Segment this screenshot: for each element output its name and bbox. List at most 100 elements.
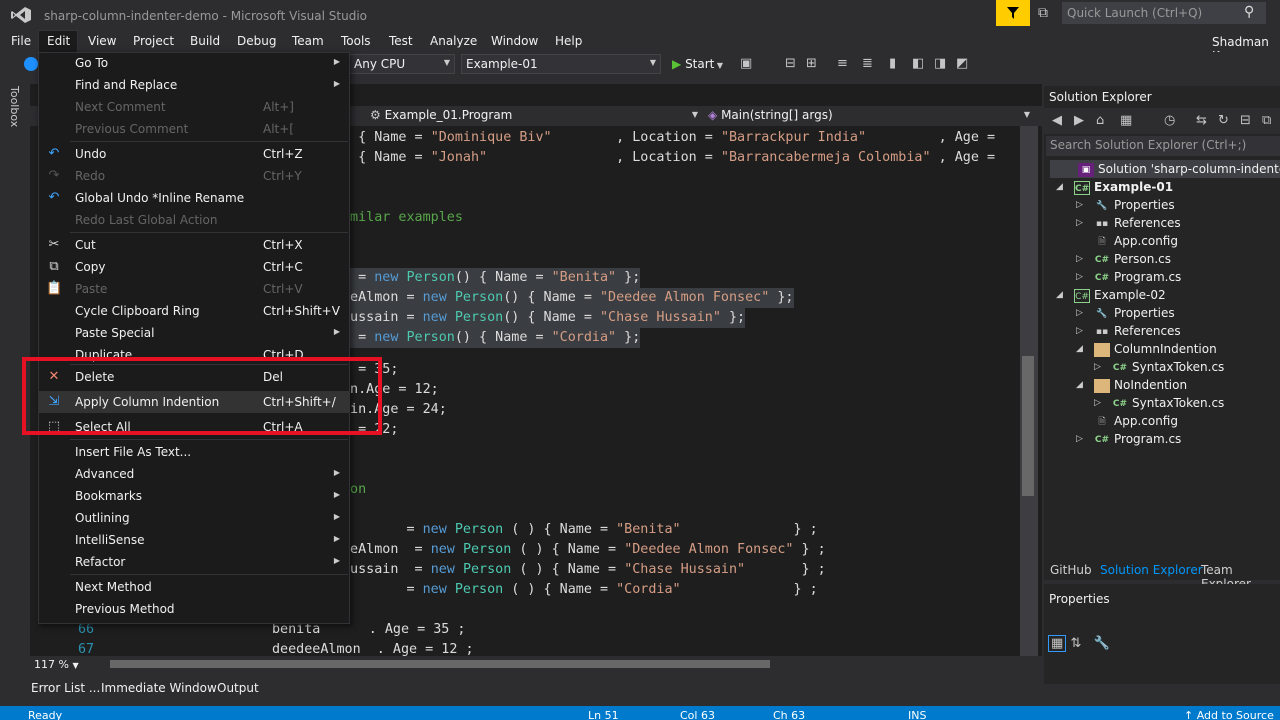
tab-solution-explorer[interactable]: Solution Explorer (1100, 563, 1203, 577)
code-line[interactable]: a = new Person ( ) { Name = "Cordia" } ; (342, 580, 818, 600)
code-line[interactable]: a = new Person() { Name = "Cordia" }; (342, 328, 641, 348)
menu-item-intellisense[interactable]: IntelliSense ▶ (38, 529, 350, 551)
tree-item[interactable]: C# Example-02 (1074, 286, 1166, 304)
notifications-icon[interactable]: ⧉ (1038, 5, 1048, 21)
toolbox-tab[interactable]: Toolbox (8, 86, 21, 127)
code-line[interactable]: eeAlmon = new Person() { Name = "Deedee … (342, 288, 794, 308)
startup-project-combo[interactable]: Example-01 ▼ (461, 54, 661, 74)
property-pages-icon[interactable]: 🔧 (1093, 636, 1109, 651)
menu-item-bookmarks[interactable]: Bookmarks ▶ (38, 485, 350, 507)
tree-item[interactable]: ▪▪ References (1094, 322, 1181, 340)
expand-closed-icon[interactable]: ▷ (1076, 254, 1083, 264)
expand-closed-icon[interactable]: ▷ (1076, 326, 1083, 336)
expand-closed-icon[interactable]: ▷ (1094, 398, 1101, 408)
refresh-icon[interactable]: ↻ (1218, 113, 1229, 128)
menu-tools[interactable]: Tools (341, 34, 371, 48)
code-line[interactable]: deedeeAlmon . Age = 12 ; (272, 640, 474, 656)
expand-closed-icon[interactable]: ▷ (1076, 272, 1083, 282)
code-line[interactable]: a = new Person ( ) { Name = "Benita" } ; (342, 520, 818, 540)
comment-icon[interactable]: ≡ (837, 56, 848, 71)
pending-changes-icon[interactable]: ◷ (1164, 113, 1175, 128)
feedback-filter-icon[interactable] (996, 0, 1030, 26)
tree-item[interactable]: 🔧 Properties (1094, 196, 1174, 214)
menu-item-outlining[interactable]: Outlining ▶ (38, 507, 350, 529)
prev-bookmark-icon[interactable]: ◧ (912, 56, 924, 71)
menu-item-paste-special[interactable]: Paste Special ▶ (38, 322, 350, 344)
tree-item[interactable]: C# Example-01 (1074, 178, 1173, 196)
expand-closed-icon[interactable]: ▷ (1076, 308, 1083, 318)
expand-open-icon[interactable]: ◢ (1056, 182, 1063, 192)
menu-item-cycle-clipboard-ring[interactable]: Cycle Clipboard Ring Ctrl+Shift+V (38, 300, 350, 322)
bookmark-icon[interactable]: ▮ (889, 56, 896, 71)
tree-item[interactable]: C# SyntaxToken.cs (1112, 358, 1224, 376)
navigate-back-icon[interactable] (24, 57, 38, 71)
add-to-source-control-button[interactable]: ↑ Add to Source (1184, 709, 1274, 720)
tab-error-list[interactable]: Error List ... (31, 681, 100, 695)
tab-github[interactable]: GitHub (1050, 563, 1092, 577)
tree-item[interactable]: C# Person.cs (1094, 250, 1171, 268)
menu-item-copy[interactable]: ⧉ Copy Ctrl+C (38, 256, 350, 278)
switch-views-icon[interactable]: ▦ (1120, 113, 1132, 128)
code-line[interactable]: a = new Person() { Name = "Benita" }; (342, 268, 641, 288)
tree-item[interactable]: C# Program.cs (1094, 268, 1181, 286)
attach-icon[interactable]: ▣ (740, 56, 752, 71)
menu-test[interactable]: Test (389, 34, 413, 48)
expand-open-icon[interactable]: ◢ (1056, 290, 1063, 300)
code-line[interactable]: n { Name = "Dominique Biv" , Location = … (342, 128, 995, 148)
vertical-scroll-thumb[interactable] (1022, 356, 1034, 496)
menu-analyze[interactable]: Analyze (430, 34, 477, 48)
forward-icon[interactable]: ▶ (1074, 113, 1084, 128)
menu-debug[interactable]: Debug (237, 34, 276, 48)
tree-item[interactable]: ▣ Solution 'sharp-column-indenter-dem (1078, 160, 1280, 178)
menu-item-insert-file-as-text[interactable]: Insert File As Text... (38, 441, 350, 463)
menu-item-undo[interactable]: ↶ Undo Ctrl+Z (38, 143, 350, 165)
quick-launch-input[interactable]: Quick Launch (Ctrl+Q) (1062, 2, 1266, 24)
expand-open-icon[interactable]: ◢ (1076, 380, 1083, 390)
categorized-icon[interactable]: ▦ (1048, 635, 1067, 652)
collapse-all-icon[interactable]: ⊟ (1240, 113, 1251, 128)
tree-item[interactable]: NoIndention (1094, 376, 1187, 394)
tree-item[interactable]: 🔧 Properties (1094, 304, 1174, 322)
menu-team[interactable]: Team (292, 34, 324, 48)
tab-immediate-window[interactable]: Immediate Window (101, 681, 217, 695)
expand-closed-icon[interactable]: ▷ (1076, 218, 1083, 228)
member-nav-combo[interactable]: ◈ Main(string[] args) ▼ (708, 108, 1034, 126)
menu-item-cut[interactable]: ✂ Cut Ctrl+X (38, 234, 350, 256)
menu-item-next-method[interactable]: Next Method (38, 576, 350, 598)
tree-item[interactable]: C# Program.cs (1094, 430, 1181, 448)
clear-bookmarks-icon[interactable]: ◩ (956, 56, 968, 71)
tree-item[interactable]: ColumnIndention (1094, 340, 1217, 358)
expand-closed-icon[interactable]: ▷ (1076, 200, 1083, 210)
menu-view[interactable]: View (88, 34, 116, 48)
menu-project[interactable]: Project (133, 34, 174, 48)
next-bookmark-icon[interactable]: ◨ (934, 56, 946, 71)
code-line[interactable]: eeAlmon = new Person ( ) { Name = "Deede… (342, 540, 826, 560)
horizontal-scroll-thumb[interactable] (110, 660, 770, 668)
uncomment-icon[interactable]: ≣ (862, 56, 873, 71)
tree-item[interactable]: 🗎 App.config (1094, 412, 1178, 430)
menu-item-refactor[interactable]: Refactor ▶ (38, 551, 350, 573)
code-line[interactable]: imilar examples (342, 208, 463, 228)
tree-item[interactable]: C# SyntaxToken.cs (1112, 394, 1224, 412)
menu-build[interactable]: Build (190, 34, 220, 48)
sync-icon[interactable]: ⇆ (1196, 113, 1207, 128)
menu-help[interactable]: Help (555, 34, 582, 48)
code-line[interactable]: Hussain = new Person ( ) { Name = "Chase… (342, 560, 826, 580)
home-icon[interactable]: ⌂ (1096, 113, 1104, 128)
tree-item[interactable]: 🗎 App.config (1094, 232, 1178, 250)
align-right-icon[interactable]: ⊞ (806, 56, 817, 71)
tab-output[interactable]: Output (217, 681, 259, 695)
alphabetical-icon[interactable]: ⇅ (1070, 636, 1081, 651)
expand-closed-icon[interactable]: ▷ (1076, 434, 1083, 444)
tree-item[interactable]: ▪▪ References (1094, 214, 1181, 232)
zoom-level[interactable]: 117 % ▼ (34, 658, 79, 671)
align-icon[interactable]: ⊟ (785, 56, 796, 71)
menu-item-find-and-replace[interactable]: Find and Replace ▶ (38, 74, 350, 96)
platform-combo[interactable]: Any CPU ▼ (349, 54, 455, 74)
menu-edit[interactable]: Edit (47, 34, 70, 48)
back-icon[interactable]: ◀ (1052, 113, 1062, 128)
menu-item-go-to[interactable]: Go To ▶ (38, 52, 350, 74)
menu-item-previous-method[interactable]: Previous Method (38, 598, 350, 620)
start-debugging-button[interactable]: ▶ Start ▼ (672, 57, 723, 71)
menu-window[interactable]: Window (491, 34, 538, 48)
